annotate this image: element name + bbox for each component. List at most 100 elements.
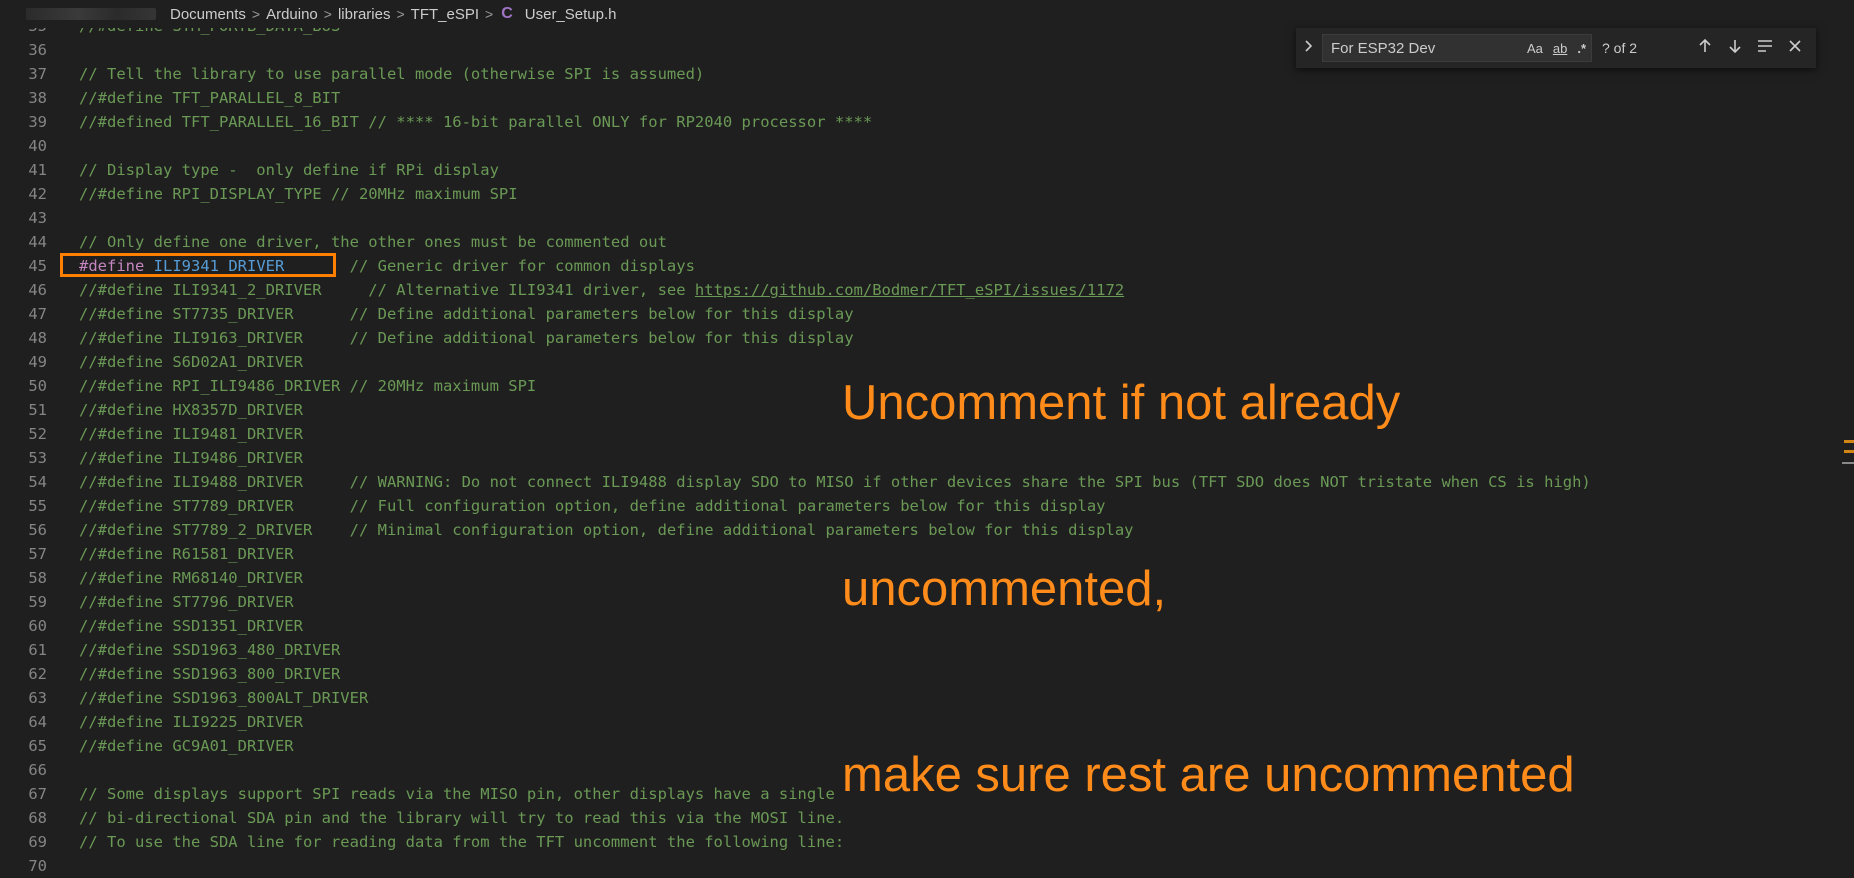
line-code: //#define TFT_PARALLEL_8_BIT bbox=[79, 86, 340, 110]
comment-text: //#define ILI9481_DRIVER bbox=[79, 425, 303, 443]
line-number: 65 bbox=[28, 737, 47, 755]
line-code: //#define ST7796_DRIVER bbox=[79, 590, 294, 614]
breadcrumb-item-documents[interactable]: Documents bbox=[166, 6, 250, 23]
arrow-up-icon[interactable] bbox=[1690, 38, 1720, 59]
comment-text: //#define ILI9225_DRIVER bbox=[79, 713, 303, 731]
line-number: 49 bbox=[28, 353, 47, 371]
breadcrumb: Documents > Arduino > libraries > TFT_eS… bbox=[0, 0, 1854, 28]
line-number: 46 bbox=[28, 281, 47, 299]
line-number: 42 bbox=[28, 185, 47, 203]
breadcrumb-item-file[interactable]: User_Setup.h bbox=[521, 6, 621, 23]
line-number: 40 bbox=[28, 137, 47, 155]
find-match-marker bbox=[1844, 440, 1854, 443]
line-number: 44 bbox=[28, 233, 47, 251]
line-code: //#define SSD1963_800ALT_DRIVER bbox=[79, 686, 368, 710]
line-code: //#define ILI9486_DRIVER bbox=[79, 446, 303, 470]
comment-text: //#define SSD1963_800_DRIVER bbox=[79, 665, 341, 683]
line-number: 56 bbox=[28, 521, 47, 539]
line-number: 54 bbox=[28, 473, 47, 491]
line-code: //#define HX8357D_DRIVER bbox=[79, 398, 303, 422]
comment-text: // Some displays support SPI reads via t… bbox=[79, 785, 835, 803]
annotation-line-1: Uncomment if not already bbox=[842, 376, 1401, 430]
line-number: 51 bbox=[28, 401, 47, 419]
arrow-down-icon[interactable] bbox=[1720, 38, 1750, 59]
line-number: 55 bbox=[28, 497, 47, 515]
code-line[interactable]: 38 //#define TFT_PARALLEL_8_BIT bbox=[0, 86, 1854, 110]
line-number: 36 bbox=[28, 41, 47, 59]
c-file-icon: C bbox=[501, 5, 513, 22]
find-widget: For ESP32 Dev Aa ab .* ? of 2 bbox=[1296, 28, 1816, 68]
comment-text: //#define SSD1351_DRIVER bbox=[79, 617, 303, 635]
breadcrumb-item-libraries[interactable]: libraries bbox=[334, 6, 395, 23]
line-number: 37 bbox=[28, 65, 47, 83]
line-number: 47 bbox=[28, 305, 47, 323]
comment-text: //#define TFT_PARALLEL_8_BIT bbox=[79, 89, 341, 107]
breadcrumb-item-arduino[interactable]: Arduino bbox=[262, 6, 322, 23]
line-number: 59 bbox=[28, 593, 47, 611]
annotation-text: Uncomment if not already uncommented, ma… bbox=[842, 248, 1575, 868]
comment-text: //#define ILI9163_DRIVER // Define addit… bbox=[79, 329, 854, 347]
line-code: //#define ILI9163_DRIVER // Define addit… bbox=[79, 326, 854, 350]
chevron-right-icon: > bbox=[251, 6, 261, 22]
chevron-right-icon: > bbox=[323, 6, 332, 22]
line-code: //#define ILI9225_DRIVER bbox=[79, 710, 303, 734]
line-number: 67 bbox=[28, 785, 47, 803]
comment-text: //#define ILI9341_2_DRIVER // Alternativ… bbox=[79, 281, 695, 299]
comment-text: //#define ILI9486_DRIVER bbox=[79, 449, 303, 467]
breadcrumb-item-tft-espi[interactable]: TFT_eSPI bbox=[407, 6, 483, 23]
line-number: 64 bbox=[28, 713, 47, 731]
line-number: 38 bbox=[28, 89, 47, 107]
comment-text: //#define SSD1963_480_DRIVER bbox=[79, 641, 341, 659]
comment-text: // Tell the library to use parallel mode… bbox=[79, 65, 705, 83]
code-line[interactable]: 40 bbox=[0, 134, 1854, 158]
chevron-right-icon: > bbox=[396, 6, 405, 22]
line-code: //#define ST7735_DRIVER // Define additi… bbox=[79, 302, 854, 326]
code-line[interactable]: 43 bbox=[0, 206, 1854, 230]
comment-text: //#defined TFT_PARALLEL_16_BIT // **** 1… bbox=[79, 113, 873, 131]
line-code: //#define RPI_ILI9486_DRIVER // 20MHz ma… bbox=[79, 374, 536, 398]
scrollbar-markers[interactable] bbox=[1840, 440, 1854, 470]
line-number: 63 bbox=[28, 689, 47, 707]
code-line[interactable]: 41 // Display type - only define if RPi d… bbox=[0, 158, 1854, 182]
line-code: //#define SSD1351_DRIVER bbox=[79, 614, 303, 638]
comment-text: //#define R61581_DRIVER bbox=[79, 545, 294, 563]
line-number: 70 bbox=[28, 857, 47, 875]
close-icon[interactable] bbox=[1780, 38, 1810, 58]
line-number: 61 bbox=[28, 641, 47, 659]
comment-text: //#define HX8357D_DRIVER bbox=[79, 401, 303, 419]
line-number: 45 bbox=[28, 257, 47, 275]
line-code: //#define GC9A01_DRIVER bbox=[79, 734, 294, 758]
find-in-selection-icon[interactable] bbox=[1750, 38, 1780, 58]
line-code: //#define R61581_DRIVER bbox=[79, 542, 294, 566]
line-number: 58 bbox=[28, 569, 47, 587]
find-input[interactable]: For ESP32 Dev Aa ab .* bbox=[1322, 34, 1592, 62]
code-line[interactable]: 42 //#define RPI_DISPLAY_TYPE // 20MHz ma… bbox=[0, 182, 1854, 206]
toggle-replace-icon[interactable] bbox=[1296, 39, 1322, 58]
line-code: // Some displays support SPI reads via t… bbox=[79, 782, 835, 806]
highlight-box bbox=[60, 253, 336, 277]
line-code: //#define ILI9481_DRIVER bbox=[79, 422, 303, 446]
line-code: // Only define one driver, the other one… bbox=[79, 230, 667, 254]
line-number: 66 bbox=[28, 761, 47, 779]
line-code: //#define RM68140_DRIVER bbox=[79, 566, 303, 590]
annotation-line-3: make sure rest are uncommented bbox=[842, 748, 1575, 802]
line-number: 60 bbox=[28, 617, 47, 635]
comment-text: // Display type - only define if RPi dis… bbox=[79, 161, 499, 179]
whole-word-toggle[interactable]: ab bbox=[1548, 41, 1572, 56]
line-code: //#define SSD1963_800_DRIVER bbox=[79, 662, 340, 686]
find-match-marker bbox=[1844, 450, 1854, 453]
line-code: // Display type - only define if RPi dis… bbox=[79, 158, 499, 182]
line-number: 68 bbox=[28, 809, 47, 827]
chevron-right-icon: > bbox=[485, 6, 494, 22]
line-number: 52 bbox=[28, 425, 47, 443]
comment-text: //#define ST7796_DRIVER bbox=[79, 593, 294, 611]
cursor-marker bbox=[1842, 462, 1854, 464]
comment-text: // To use the SDA line for reading data … bbox=[79, 833, 845, 851]
regex-toggle[interactable]: .* bbox=[1572, 41, 1591, 56]
match-case-toggle[interactable]: Aa bbox=[1522, 41, 1548, 56]
code-line[interactable]: 39 //#defined TFT_PARALLEL_16_BIT // ****… bbox=[0, 110, 1854, 134]
line-code: //#define S6D02A1_DRIVER bbox=[79, 350, 303, 374]
line-number: 62 bbox=[28, 665, 47, 683]
line-number: 43 bbox=[28, 209, 47, 227]
line-code: //#define RPI_DISPLAY_TYPE // 20MHz maxi… bbox=[79, 182, 518, 206]
